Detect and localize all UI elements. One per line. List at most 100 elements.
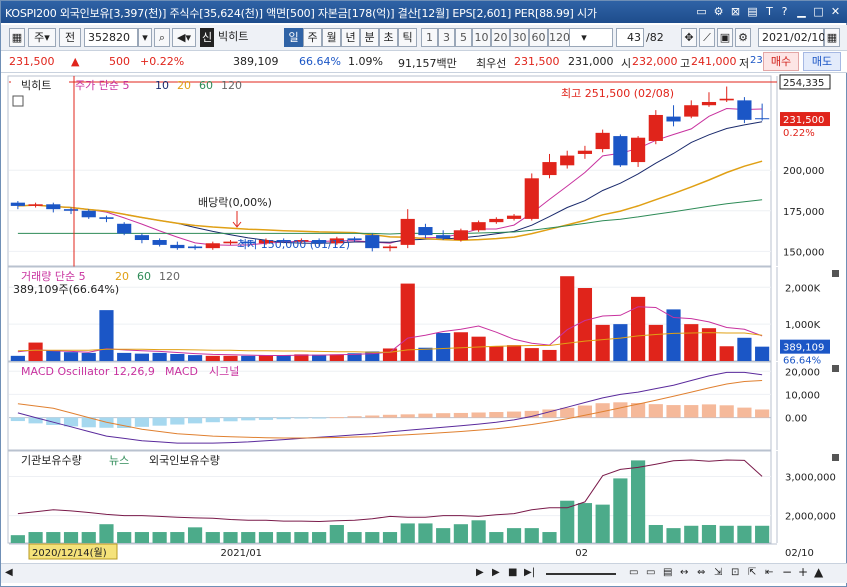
candle-body[interactable] — [613, 136, 628, 166]
holdings-bar[interactable] — [648, 524, 663, 543]
candle-body[interactable] — [134, 235, 149, 241]
macd-osc-bar[interactable] — [719, 405, 734, 418]
volume-bar[interactable] — [152, 352, 167, 361]
volume-bar[interactable] — [63, 352, 79, 361]
holdings-bar[interactable] — [382, 532, 398, 543]
candle-body[interactable] — [701, 101, 717, 106]
period-button-5[interactable]: 초 — [379, 28, 398, 47]
add-chart-button[interactable]: ▦ — [9, 28, 25, 47]
zoom-in-icon[interactable]: ⇲ — [714, 567, 722, 578]
candle-body[interactable] — [631, 137, 646, 163]
volume-bar[interactable] — [577, 288, 593, 361]
macd-osc-bar[interactable] — [471, 412, 486, 418]
interval-button-4[interactable]: 20 — [491, 28, 510, 47]
holdings-bar[interactable] — [737, 525, 752, 543]
holdings-bar[interactable] — [542, 532, 557, 543]
candle-body[interactable] — [684, 105, 699, 117]
candle-body[interactable] — [418, 227, 433, 236]
holdings-bar[interactable] — [701, 524, 717, 543]
stop-icon[interactable]: ■ — [508, 567, 517, 578]
zoom-fit-icon[interactable]: ▭ — [629, 567, 638, 578]
volume-bar[interactable] — [10, 355, 25, 361]
play-icon[interactable]: ▶ — [492, 567, 500, 578]
volume-bar[interactable] — [506, 345, 522, 361]
candle-body[interactable] — [81, 210, 96, 218]
macd-osc-bar[interactable] — [276, 417, 291, 420]
holdings-bar[interactable] — [258, 532, 274, 543]
chart-icon[interactable]: ▤ — [745, 4, 760, 19]
interval-button-0[interactable]: 1 — [421, 28, 438, 47]
volume-bar[interactable] — [542, 349, 557, 361]
volume-bar[interactable] — [471, 336, 486, 361]
holdings-bar[interactable] — [117, 532, 132, 543]
volume-bar[interactable] — [241, 355, 256, 361]
holdings-bar[interactable] — [471, 520, 486, 543]
save-icon[interactable]: ▣ — [717, 28, 733, 47]
holdings-bar[interactable] — [400, 523, 415, 543]
candle-body[interactable] — [63, 209, 79, 211]
volume-bar[interactable] — [312, 354, 327, 361]
macd-osc-bar[interactable] — [560, 407, 575, 418]
candle-body[interactable] — [117, 223, 132, 234]
page-input[interactable]: 43 — [616, 28, 644, 47]
candle-body[interactable] — [28, 204, 43, 206]
volume-bar[interactable] — [134, 353, 149, 361]
holdings-bar[interactable] — [524, 528, 539, 543]
holdings-bar[interactable] — [170, 532, 185, 543]
candle-body[interactable] — [595, 132, 610, 150]
period-button-2[interactable]: 월 — [322, 28, 341, 47]
holdings-bar[interactable] — [205, 532, 220, 543]
candle-body[interactable] — [471, 222, 486, 231]
candle-body[interactable] — [10, 202, 25, 206]
volume-bar[interactable] — [117, 352, 132, 361]
macd-osc-bar[interactable] — [418, 413, 433, 418]
holdings-bar[interactable] — [595, 504, 610, 543]
macd-osc-bar[interactable] — [701, 404, 717, 418]
holdings-bar[interactable] — [99, 524, 114, 543]
chart-area[interactable]: 최고 251,500 (02/08) 최저 150,000 (01/12) 배당락(… — [1, 74, 847, 562]
candle-body[interactable] — [187, 246, 203, 249]
holdings-bar[interactable] — [187, 527, 203, 543]
interval-button-2[interactable]: 5 — [455, 28, 472, 47]
volume-bar[interactable] — [258, 355, 274, 361]
candle-body[interactable] — [436, 235, 451, 239]
cursor-icon[interactable]: ⇱ — [748, 567, 756, 578]
interval-button-6[interactable]: 60 — [529, 28, 548, 47]
candle-body[interactable] — [489, 218, 504, 223]
triangle-up-icon[interactable]: ▲ — [814, 565, 823, 579]
period-button-6[interactable]: 틱 — [398, 28, 417, 47]
volume-bar[interactable] — [46, 350, 61, 361]
holdings-bar[interactable] — [46, 532, 61, 543]
macd-osc-bar[interactable] — [613, 402, 628, 418]
ruler-icon[interactable]: ⇤ — [765, 567, 773, 578]
settings-icon[interactable]: ⚙ — [711, 4, 726, 19]
macd-osc-bar[interactable] — [436, 413, 451, 418]
holdings-bar[interactable] — [152, 532, 167, 543]
holdings-bar[interactable] — [577, 503, 593, 543]
candle-body[interactable] — [524, 178, 539, 219]
holdings-bar[interactable] — [560, 500, 575, 543]
crosshair-icon[interactable]: ✥ — [681, 28, 697, 47]
zoom-reset-icon[interactable]: ⊡ — [731, 567, 739, 578]
holdings-bar[interactable] — [719, 525, 734, 543]
volume-bar[interactable] — [560, 276, 575, 361]
period-button-4[interactable]: 분 — [360, 28, 379, 47]
holdings-bar[interactable] — [241, 532, 256, 543]
volume-bar[interactable] — [187, 355, 203, 361]
volume-bar[interactable] — [524, 348, 539, 361]
candle-body[interactable] — [755, 118, 770, 120]
candle-body[interactable] — [400, 218, 415, 245]
pan-icon[interactable]: ↔ — [680, 567, 688, 578]
volume-bar[interactable] — [684, 324, 699, 361]
holdings-bar[interactable] — [223, 532, 238, 543]
pane-close-icon[interactable] — [832, 270, 839, 277]
zoom-out-icon[interactable]: ▭ — [646, 567, 655, 578]
interval-button-5[interactable]: 30 — [510, 28, 529, 47]
macd-osc-bar[interactable] — [294, 417, 309, 419]
candle-body[interactable] — [577, 150, 593, 154]
line-tool-icon[interactable]: ⟋ — [699, 28, 715, 47]
candle-body[interactable] — [542, 162, 557, 176]
lock-icon[interactable]: ⊠ — [728, 4, 743, 19]
candle-body[interactable] — [365, 235, 380, 249]
volume-bar[interactable] — [382, 348, 398, 361]
